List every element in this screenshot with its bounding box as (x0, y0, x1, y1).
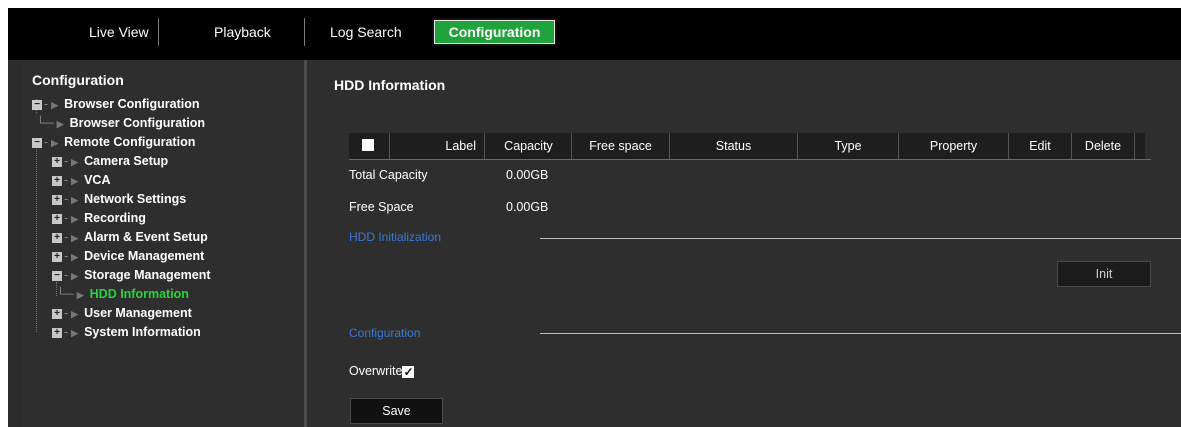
top-navigation: Live View Playback Log Search Configurat… (8, 18, 1181, 46)
tree-item-label: Alarm & Event Setup (84, 230, 208, 244)
tree-item-network-settings[interactable]: + - ▶ Network Settings (52, 190, 186, 208)
tree-arrow-icon: ▶ (71, 252, 79, 262)
tree-item-browser-configuration-child[interactable]: └─ ▶ Browser Configuration (36, 114, 205, 132)
tree-arrow-icon: ▶ (71, 157, 79, 167)
tab-live-view-label: Live View (89, 24, 149, 40)
overwrite-option: Overwrite✓ (349, 364, 415, 378)
expand-icon[interactable]: + (52, 327, 62, 338)
expand-icon[interactable]: + (52, 194, 62, 205)
column-status: Status (670, 133, 798, 159)
total-capacity-label: Total Capacity (349, 168, 428, 182)
tree-item-label: Browser Configuration (64, 97, 200, 111)
select-all-column (349, 133, 390, 159)
tab-log-search[interactable]: Log Search (304, 18, 433, 46)
collapse-icon[interactable]: − (32, 137, 42, 148)
column-edit: Edit (1009, 133, 1072, 159)
tree-item-label: Browser Configuration (69, 116, 206, 130)
column-type: Type (798, 133, 899, 159)
expand-icon[interactable]: + (52, 251, 62, 262)
tree-item-label: Storage Management (84, 268, 211, 282)
sidebar: Configuration − - ▶ Browser Configuration └… (22, 60, 304, 427)
tree-item-recording[interactable]: + - ▶ Recording (52, 209, 146, 227)
tree-item-device-management[interactable]: + - ▶ Device Management (52, 247, 204, 265)
main-panel: HDD Information Label Capacity Free spac… (307, 60, 1181, 427)
tree-arrow-icon: ▶ (51, 138, 59, 148)
tree-arrow-icon: ▶ (71, 214, 79, 224)
tree-item-label: Recording (84, 211, 146, 225)
column-capacity: Capacity (486, 133, 572, 159)
tree-item-storage-management[interactable]: − - ▶ Storage Management (52, 266, 211, 284)
tree-item-label: Camera Setup (84, 154, 169, 168)
tree-item-label: Device Management (84, 249, 205, 263)
column-delete: Delete (1072, 133, 1135, 159)
section-divider (540, 333, 1181, 334)
tree-item-label: Remote Configuration (64, 135, 196, 149)
save-button[interactable]: Save (350, 398, 443, 424)
tree-arrow-icon: ▶ (71, 195, 79, 205)
expand-icon[interactable]: + (52, 156, 62, 167)
configuration-heading: Configuration (349, 326, 421, 340)
expand-icon[interactable]: + (52, 213, 62, 224)
tree-arrow-icon: ▶ (71, 309, 79, 319)
page-title: HDD Information (334, 77, 446, 93)
tab-configuration-label: Configuration (448, 24, 541, 40)
tab-playback-label: Playback (214, 24, 271, 40)
table-divider (349, 159, 1151, 160)
tree-item-system-information[interactable]: + - ▶ System Information (52, 323, 201, 341)
sidebar-title: Configuration (32, 72, 124, 88)
free-space-label: Free Space (349, 200, 414, 214)
init-button[interactable]: Init (1057, 261, 1151, 287)
tree-item-label: System Information (84, 325, 201, 339)
tree-arrow-icon: ▶ (56, 119, 64, 129)
tree-item-remote-configuration[interactable]: − - ▶ Remote Configuration (32, 133, 195, 151)
content-area: Configuration − - ▶ Browser Configuration └… (8, 60, 1181, 427)
tree-arrow-icon: ▶ (71, 233, 79, 243)
column-property: Property (899, 133, 1009, 159)
tree-arrow-icon: ▶ (76, 290, 84, 300)
app-frame: Live View Playback Log Search Configurat… (8, 8, 1181, 427)
tab-log-search-label: Log Search (330, 24, 402, 40)
overwrite-label: Overwrite (349, 364, 403, 378)
tree-item-hdd-information[interactable]: └─ ▶ HDD Information (56, 285, 189, 303)
tab-configuration[interactable]: Configuration (432, 18, 557, 46)
expand-icon[interactable]: + (52, 308, 62, 319)
tree-arrow-icon: ▶ (71, 176, 79, 186)
expand-icon[interactable]: + (52, 232, 62, 243)
tab-playback[interactable]: Playback (158, 18, 305, 46)
tree-item-label: VCA (84, 173, 111, 187)
tree-connector (36, 142, 37, 332)
tree-item-label: User Management (84, 306, 192, 320)
section-divider (540, 238, 1181, 239)
collapse-icon[interactable]: − (32, 99, 42, 110)
tree-item-vca[interactable]: + - ▶ VCA (52, 171, 111, 189)
tree-arrow-icon: ▶ (71, 328, 79, 338)
select-all-checkbox[interactable] (362, 139, 374, 151)
column-label: Label (389, 133, 485, 159)
collapse-icon[interactable]: − (52, 270, 62, 281)
free-space-value: 0.00GB (506, 200, 549, 214)
tree-item-alarm-event-setup[interactable]: + - ▶ Alarm & Event Setup (52, 228, 208, 246)
tree-arrow-icon: ▶ (71, 271, 79, 281)
column-free-space: Free space (572, 133, 670, 159)
hdd-initialization-heading: HDD Initialization (349, 230, 442, 244)
hdd-table-header: Label Capacity Free space Status Type Pr… (349, 133, 1145, 159)
total-capacity-value: 0.00GB (506, 168, 549, 182)
tree-item-user-management[interactable]: + - ▶ User Management (52, 304, 192, 322)
tab-live-view[interactable]: Live View (8, 18, 159, 46)
tree-arrow-icon: ▶ (51, 100, 59, 110)
tree-item-camera-setup[interactable]: + - ▶ Camera Setup (52, 152, 168, 170)
tree-item-label: HDD Information (89, 287, 189, 301)
expand-icon[interactable]: + (52, 175, 62, 186)
overwrite-checkbox[interactable]: ✓ (402, 365, 415, 378)
tree-item-label: Network Settings (84, 192, 187, 206)
tree-item-browser-configuration[interactable]: − - ▶ Browser Configuration (32, 95, 200, 113)
